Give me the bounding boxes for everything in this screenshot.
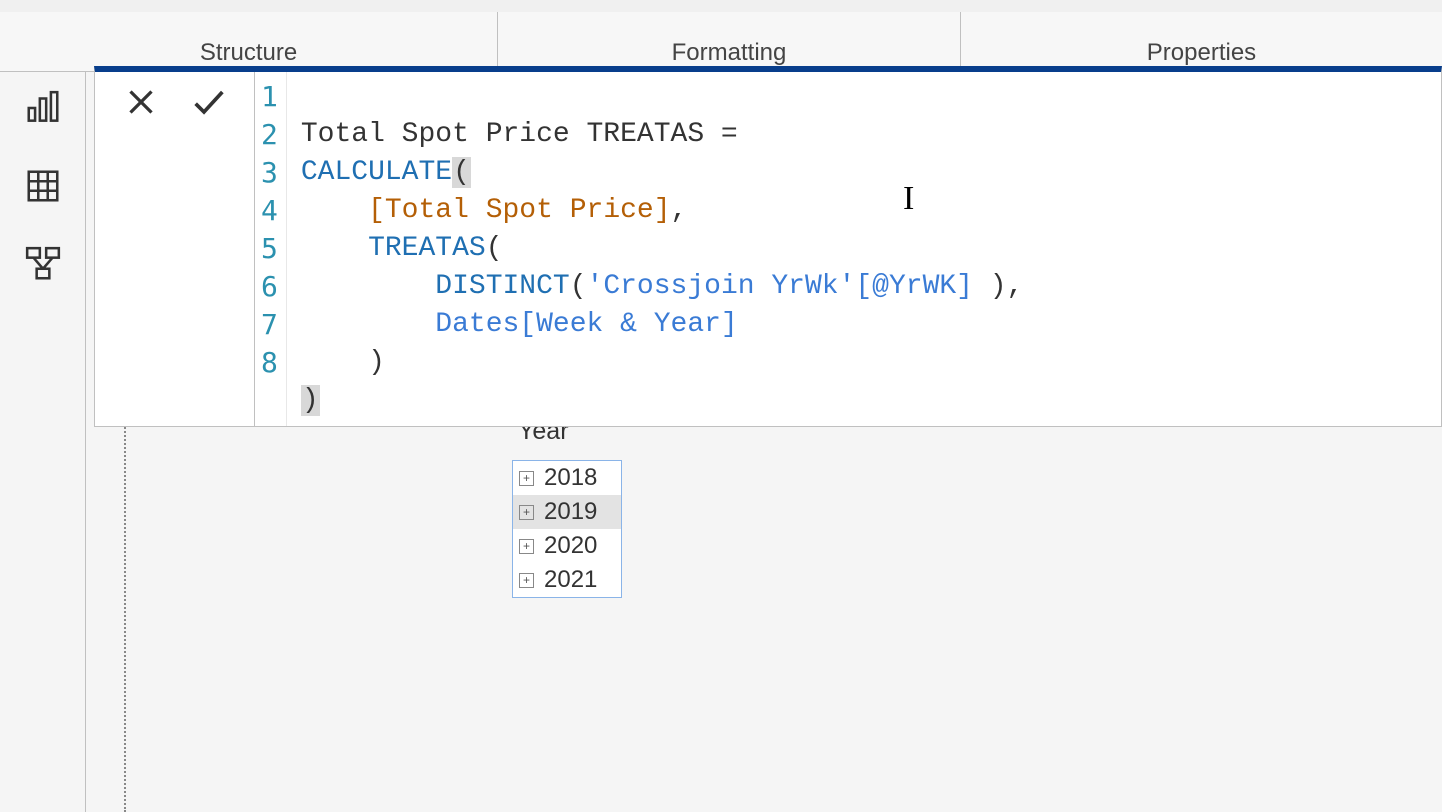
slicer-item-2020[interactable]: + 2020 [513,529,621,563]
code-keyword: TREATAS [368,233,486,264]
line-number: 4 [261,192,278,230]
year-slicer[interactable]: Year + 2018 + 2019 + 2020 + 2021 [512,417,622,598]
code-text: ), [973,271,1023,302]
cancel-formula-button[interactable] [121,82,161,122]
ribbon-top-edge [0,0,1442,12]
slicer-item-label: 2018 [544,464,597,492]
report-canvas[interactable]: 1 2 3 4 5 6 7 8 Total Spot Price TREATAS… [86,72,1442,812]
slicer-item-label: 2021 [544,566,597,594]
expand-icon[interactable]: + [519,505,534,520]
model-icon [24,245,62,283]
ribbon-group-formatting-label: Formatting [672,39,787,67]
code-text: , [671,195,688,226]
line-number-gutter: 1 2 3 4 5 6 7 8 [255,72,287,426]
ribbon-group-properties-label: Properties [1147,39,1256,67]
ribbon-group-properties: Properties [961,12,1442,71]
slicer-item-2021[interactable]: + 2021 [513,563,621,597]
close-icon [123,84,159,120]
ribbon-group-formatting: Formatting [498,12,961,71]
data-view-button[interactable] [21,164,65,208]
code-indent [301,195,368,226]
expand-icon[interactable]: + [519,573,534,588]
bar-chart-icon [24,89,62,127]
main-area: 1 2 3 4 5 6 7 8 Total Spot Price TREATAS… [0,72,1442,812]
expand-icon[interactable]: + [519,471,534,486]
code-measure: [Total Spot Price] [368,195,670,226]
code-paren: ( [452,157,471,188]
code-paren: ( [486,233,503,264]
line-number: 2 [261,116,278,154]
line-number: 6 [261,268,278,306]
line-number: 3 [261,154,278,192]
code-indent [301,309,435,340]
slicer-list: + 2018 + 2019 + 2020 + 2021 [512,460,622,598]
code-indent [301,271,435,302]
dax-editor[interactable]: 1 2 3 4 5 6 7 8 Total Spot Price TREATAS… [255,72,1441,426]
line-number: 5 [261,230,278,268]
formula-bar-actions [95,72,255,426]
code-column-ref: 'Crossjoin YrWk'[@YrWK] [587,271,973,302]
line-number: 8 [261,344,278,382]
code-indent [301,233,368,264]
expand-icon[interactable]: + [519,539,534,554]
code-keyword: CALCULATE [301,157,452,188]
line-number: 1 [261,78,278,116]
text-cursor-icon: I [903,180,914,218]
code-column-ref: Dates[Week & Year] [435,309,737,340]
check-icon [189,82,229,122]
code-text: ) [301,347,385,378]
ribbon-group-structure: Structure [0,12,498,71]
report-view-button[interactable] [21,86,65,130]
code-text: Total Spot Price TREATAS = [301,119,738,150]
ribbon-group-structure-label: Structure [200,39,297,67]
slicer-item-2018[interactable]: + 2018 [513,461,621,495]
slicer-item-label: 2020 [544,532,597,560]
model-view-button[interactable] [21,242,65,286]
ribbon-group-labels: Structure Formatting Properties [0,12,1442,72]
commit-formula-button[interactable] [189,82,229,122]
line-number: 7 [261,306,278,344]
code-paren: ) [301,385,320,416]
code-paren: ( [570,271,587,302]
slicer-item-2019[interactable]: + 2019 [513,495,621,529]
formula-bar[interactable]: 1 2 3 4 5 6 7 8 Total Spot Price TREATAS… [94,66,1442,427]
table-icon [24,167,62,205]
dax-code[interactable]: Total Spot Price TREATAS = CALCULATE( [T… [287,72,1034,426]
code-keyword: DISTINCT [435,271,569,302]
slicer-item-label: 2019 [544,498,597,526]
view-switcher-rail [0,72,86,812]
